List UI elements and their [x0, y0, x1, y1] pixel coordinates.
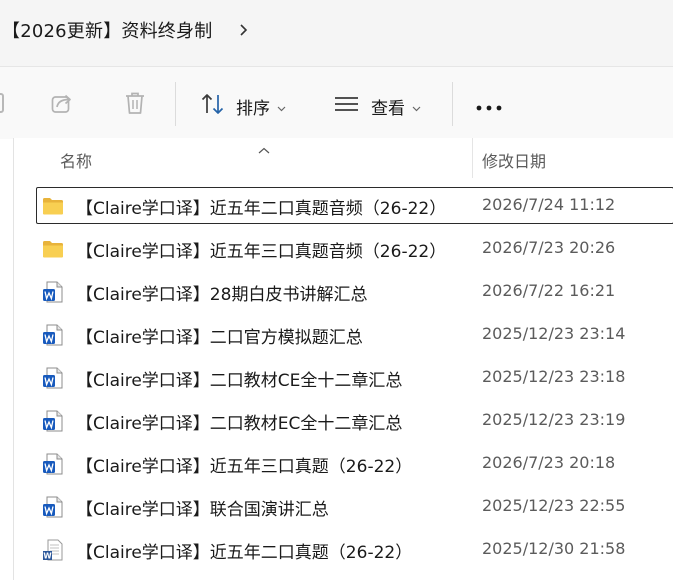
- word-doc-icon: [42, 453, 64, 475]
- word-doc-icon: [42, 410, 64, 432]
- address-bar: 【2026更新】资料终身制: [0, 0, 673, 66]
- file-row[interactable]: 【Claire学口译】二口教材EC全十二章汇总 2025/12/23 23:19: [36, 402, 673, 439]
- file-date-modified: 2025/12/23 23:14: [482, 324, 626, 343]
- file-row[interactable]: 【Claire学口译】近五年三口真题音频（26-22） 2026/7/23 20…: [36, 230, 673, 267]
- column-divider[interactable]: [472, 138, 473, 178]
- file-name: 【Claire学口译】二口教材EC全十二章汇总: [76, 414, 403, 434]
- more-options-button[interactable]: [475, 97, 503, 116]
- file-row[interactable]: 【Claire学口译】近五年三口真题（26-22） 2026/7/23 20:1…: [36, 445, 673, 482]
- column-header-date-modified[interactable]: 修改日期: [482, 148, 546, 172]
- word-doc-legacy-icon: W: [42, 539, 64, 561]
- word-doc-icon: [42, 367, 64, 389]
- word-doc-icon: [42, 324, 64, 346]
- folder-icon: [42, 238, 64, 260]
- breadcrumb-folder[interactable]: 【2026更新】资料终身制: [2, 17, 212, 43]
- view-label: 查看: [371, 98, 405, 119]
- file-date-modified: 2026/7/23 20:26: [482, 238, 616, 257]
- file-name: 【Claire学口译】近五年三口真题（26-22）: [76, 457, 413, 477]
- sort-label: 排序: [236, 98, 270, 119]
- file-date-modified: 2025/12/23 22:55: [482, 496, 626, 515]
- chevron-right-icon[interactable]: [238, 23, 248, 37]
- column-header-name[interactable]: 名称: [60, 148, 92, 172]
- file-date-modified: 2026/7/24 11:12: [482, 195, 616, 214]
- share-icon: [50, 90, 76, 120]
- file-row[interactable]: 【Claire学口译】二口官方模拟题汇总 2025/12/23 23:14: [36, 316, 673, 353]
- word-doc-icon: [42, 281, 64, 303]
- file-row[interactable]: 【Claire学口译】近五年二口真题音频（26-22） 2026/7/24 11…: [36, 187, 673, 224]
- file-name: 【Claire学口译】近五年三口真题音频（26-22）: [76, 242, 447, 262]
- view-list-icon: [334, 92, 360, 120]
- toolbar-divider: [175, 82, 176, 126]
- file-name: 【Claire学口译】联合国演讲汇总: [76, 500, 329, 520]
- file-name: 【Claire学口译】近五年二口真题音频（26-22）: [76, 199, 447, 219]
- file-date-modified: 2026/7/23 20:18: [482, 453, 616, 472]
- chevron-down-icon: [412, 97, 421, 116]
- word-doc-icon: [42, 496, 64, 518]
- file-name: 【Claire学口译】二口官方模拟题汇总: [76, 328, 363, 348]
- delete-icon: [122, 90, 148, 120]
- file-name: 【Claire学口译】28期白皮书讲解汇总: [76, 285, 368, 305]
- file-name: 【Claire学口译】近五年二口真题（26-22）: [76, 543, 413, 563]
- partial-toolbar-icon[interactable]: [0, 93, 4, 113]
- folder-icon: [42, 195, 64, 217]
- command-bar: 排序 查看: [0, 66, 673, 139]
- file-date-modified: 2025/12/30 21:58: [482, 539, 626, 558]
- view-button[interactable]: 查看: [334, 92, 421, 120]
- breadcrumb[interactable]: 【2026更新】资料终身制: [2, 17, 248, 43]
- sort-button[interactable]: 排序: [200, 92, 286, 120]
- svg-text:W: W: [43, 551, 52, 560]
- sort-icon: [200, 92, 226, 120]
- file-name: 【Claire学口译】二口教材CE全十二章汇总: [76, 371, 403, 391]
- delete-button[interactable]: [122, 90, 148, 120]
- file-row[interactable]: 【Claire学口译】联合国演讲汇总 2025/12/23 22:55: [36, 488, 673, 525]
- file-list: 名称 修改日期 【Claire学口译】近五年二口真题音频（26-22） 2026…: [13, 138, 673, 580]
- file-row[interactable]: 【Claire学口译】28期白皮书讲解汇总 2026/7/22 16:21: [36, 273, 673, 310]
- file-row[interactable]: W 【Claire学口译】近五年二口真题（26-22） 2025/12/30 2…: [36, 531, 673, 568]
- sort-ascending-icon: [258, 140, 270, 159]
- file-date-modified: 2025/12/23 23:19: [482, 410, 626, 429]
- more-icon: [475, 97, 503, 116]
- file-row[interactable]: 【Claire学口译】二口教材CE全十二章汇总 2025/12/23 23:18: [36, 359, 673, 396]
- share-button[interactable]: [50, 90, 76, 120]
- file-date-modified: 2026/7/22 16:21: [482, 281, 616, 300]
- file-date-modified: 2025/12/23 23:18: [482, 367, 626, 386]
- chevron-down-icon: [277, 97, 286, 116]
- toolbar-divider: [452, 82, 453, 126]
